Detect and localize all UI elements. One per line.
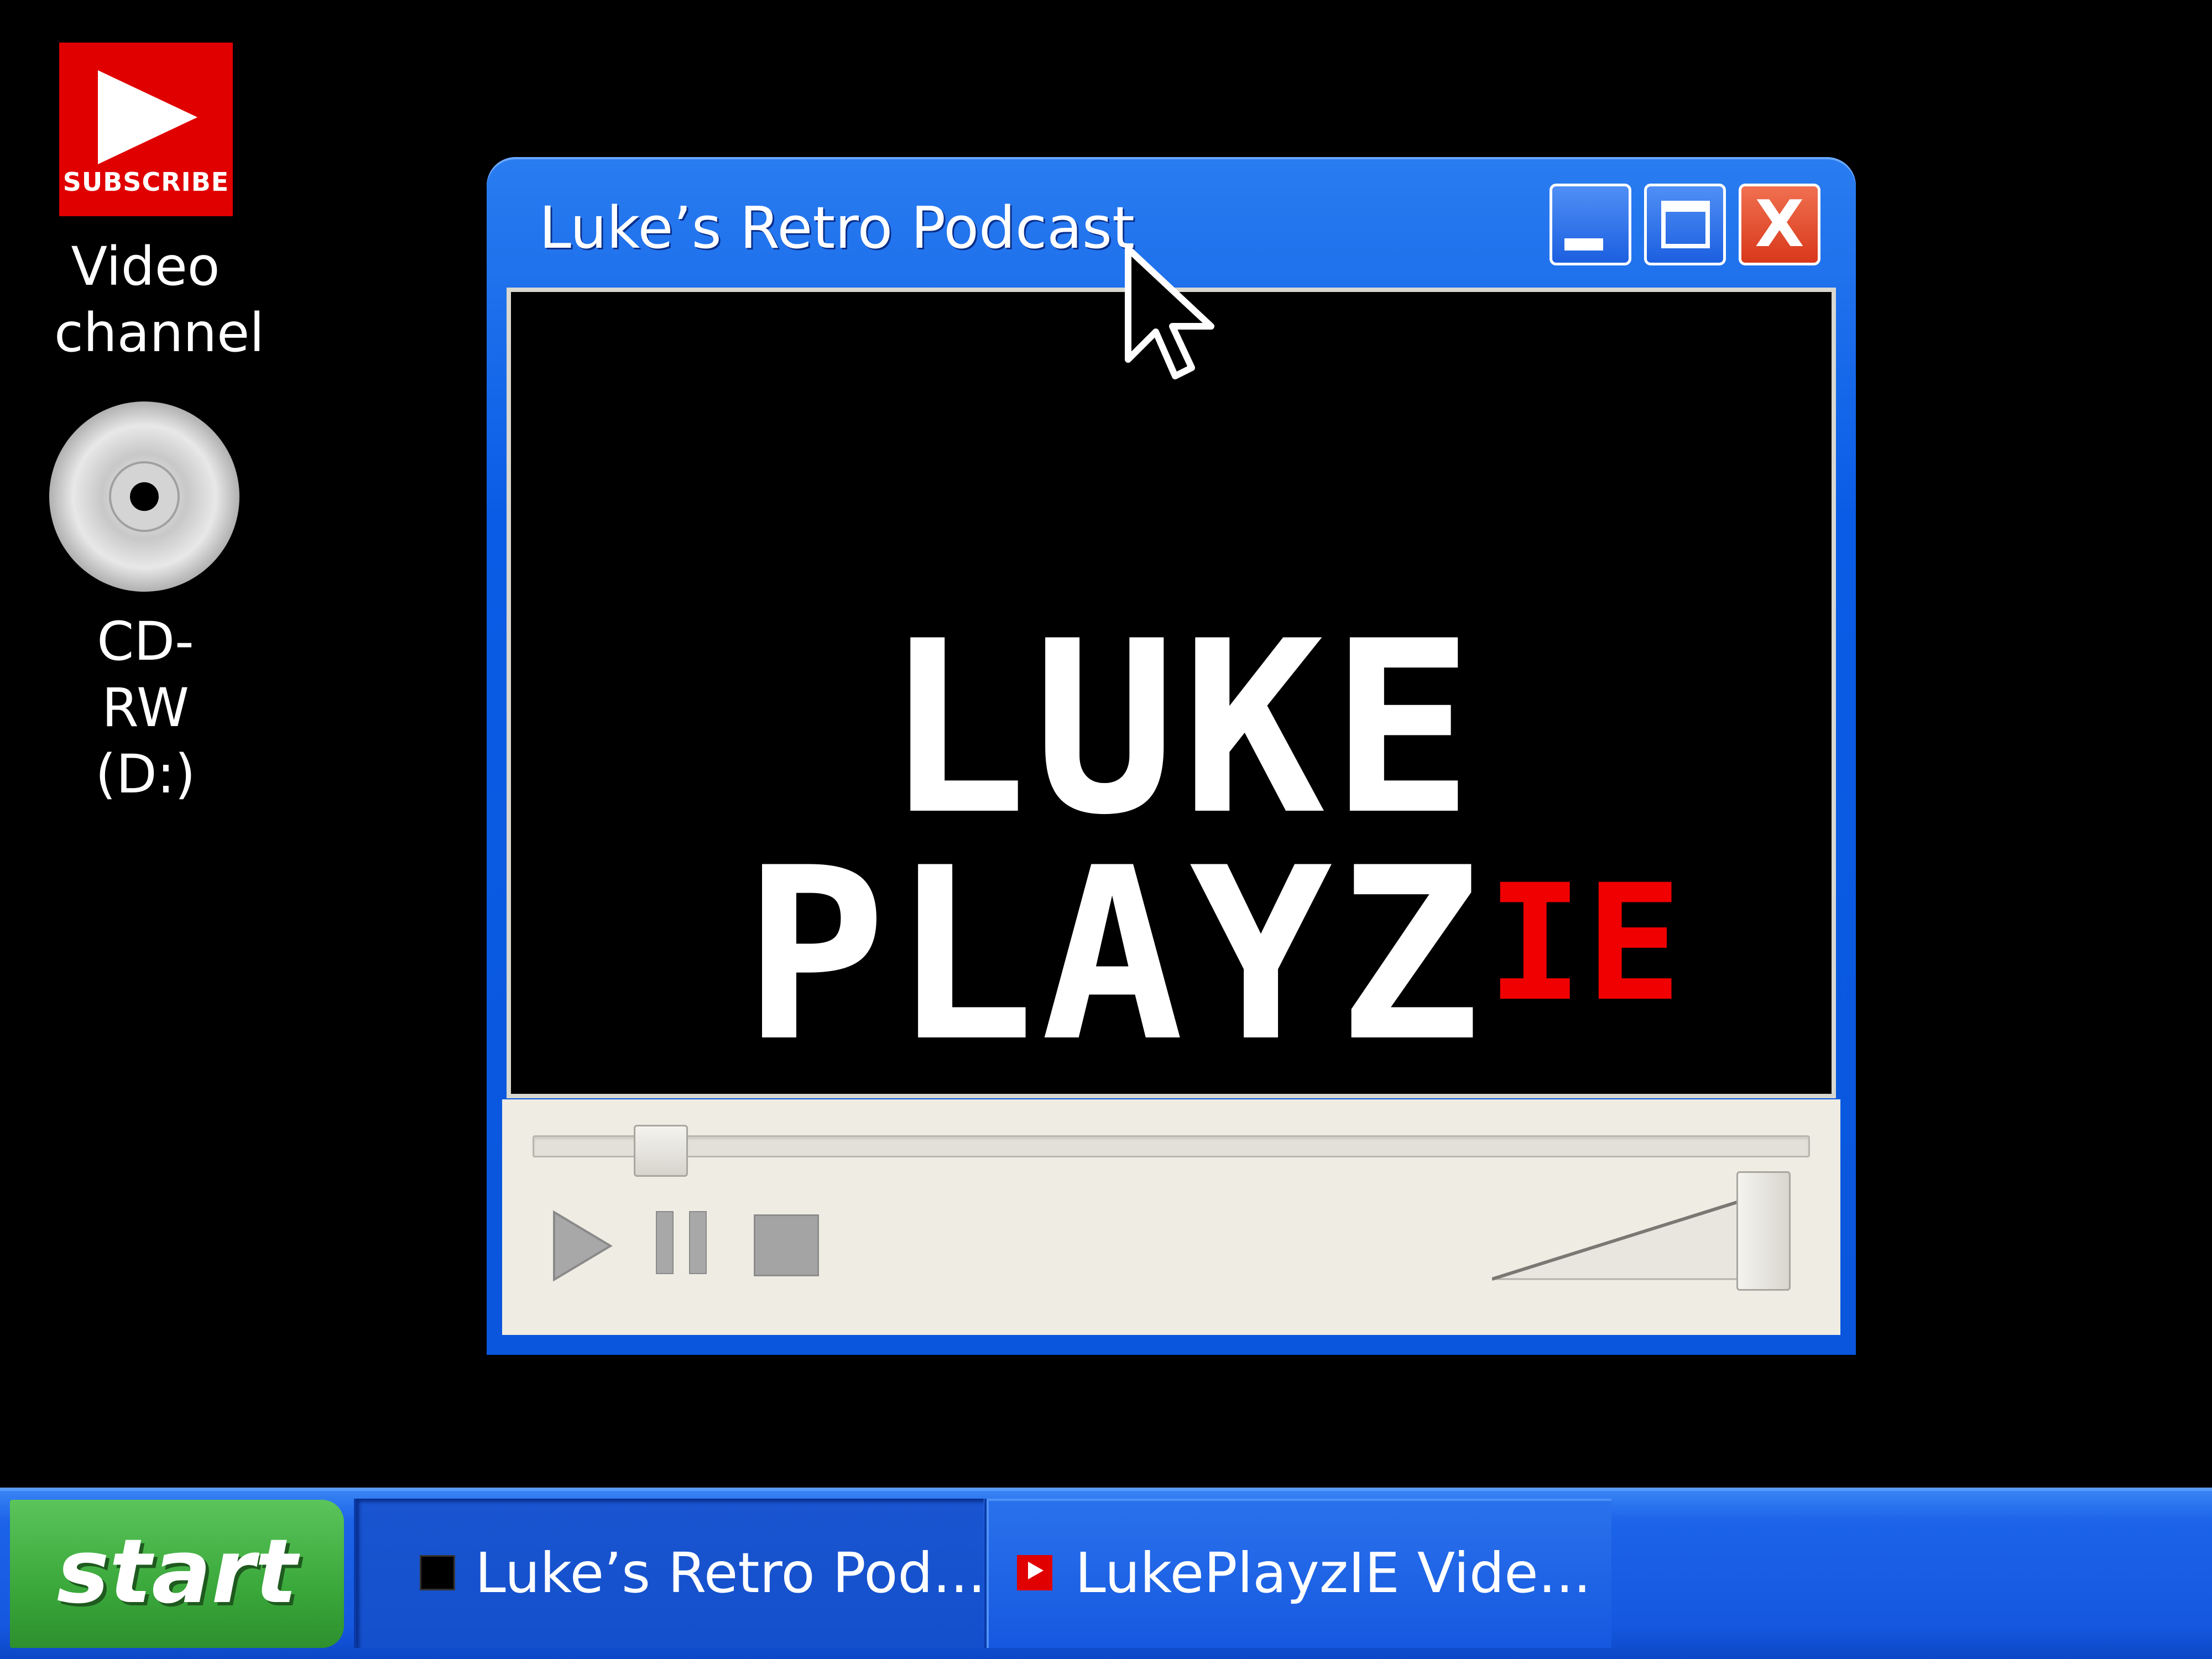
logo-text-playz: PLAYZ (743, 817, 1486, 1094)
start-label: start (10, 1500, 344, 1648)
taskbar-item-label: LukePlayzIE Vide... (1075, 1499, 1591, 1648)
logo-line-playzie: PLAYZIE (743, 837, 1684, 1074)
minimize-icon (1564, 238, 1603, 251)
player-controls (502, 1099, 1840, 1335)
play-button[interactable] (552, 1210, 613, 1282)
logo-line-luke: LUKE (884, 610, 1479, 848)
mouse-pointer-icon (1123, 243, 1222, 393)
logo-text-ie: IE (1486, 851, 1684, 1037)
close-button[interactable]: X (1739, 184, 1820, 265)
maximize-icon (1661, 201, 1710, 248)
taskbar: start Luke’s Retro Pod... LukePlayzIE Vi… (0, 1488, 2212, 1659)
pause-icon (656, 1211, 674, 1274)
taskbar-item-podcast[interactable]: Luke’s Retro Pod... (354, 1499, 984, 1648)
subscribe-badge-text: SUBSCRIBE (59, 167, 233, 197)
start-button[interactable]: start (10, 1500, 344, 1648)
desktop-icon-label-video-channel: Video channel (54, 233, 237, 366)
podcast-thumbnail-icon (420, 1555, 455, 1590)
volume-thumb[interactable] (1736, 1171, 1791, 1291)
video-screen[interactable]: LUKE PLAYZIE (507, 288, 1836, 1098)
close-icon: X (1741, 186, 1818, 263)
youtube-subscribe-icon: SUBSCRIBE (59, 43, 233, 216)
minimize-button[interactable] (1550, 184, 1631, 265)
taskbar-item-label: Luke’s Retro Pod... (475, 1499, 985, 1648)
pause-button[interactable] (656, 1211, 711, 1274)
stop-button[interactable] (754, 1214, 819, 1276)
maximize-button[interactable] (1644, 184, 1726, 265)
youtube-icon (1017, 1555, 1052, 1590)
desktop-icon-label-cd-rw: CD-RW (D:) (54, 608, 237, 807)
seek-thumb[interactable] (634, 1125, 688, 1177)
window-title: Luke’s Retro Podcast (539, 195, 1135, 261)
cd-disc-icon (49, 401, 240, 592)
seek-bar[interactable] (533, 1135, 1810, 1157)
taskbar-item-video-channel[interactable]: LukePlayzIE Vide... (984, 1499, 1611, 1648)
